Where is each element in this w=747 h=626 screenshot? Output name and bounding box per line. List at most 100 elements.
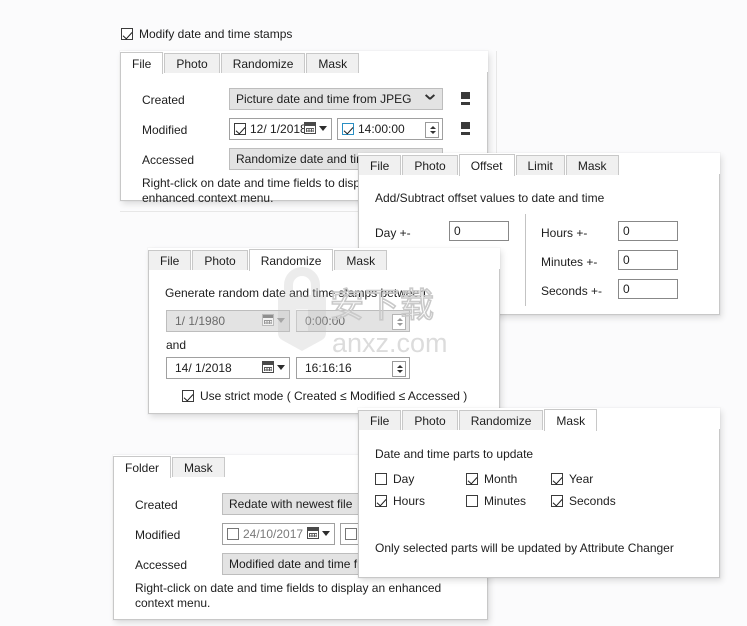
modify-datetime-stamps-label: Modify date and time stamps (139, 27, 292, 41)
time-spinner[interactable] (392, 361, 406, 377)
file-created-label: Created (142, 93, 185, 107)
randomize-to-time-field[interactable]: 16:16:16 (296, 357, 410, 379)
randomize-panel-tabstrip: File Photo Randomize Mask (148, 248, 388, 270)
calendar-icon (262, 314, 274, 326)
mask-panel-content: Date and time parts to update Day Month … (358, 429, 720, 578)
tab-photo[interactable]: Photo (164, 53, 219, 73)
checkbox-box (375, 473, 387, 485)
tab-randomize[interactable]: Randomize (459, 410, 544, 430)
mask-checkbox-hours[interactable]: Hours (375, 494, 425, 508)
tab-file[interactable]: File (120, 52, 163, 74)
offset-panel-tabstrip: File Photo Offset Limit Mask (358, 153, 620, 175)
modify-datetime-stamps-checkbox[interactable]: Modify date and time stamps (121, 27, 292, 41)
file-created-value: Picture date and time from JPEG (236, 92, 411, 106)
mask-checkbox-day[interactable]: Day (375, 472, 414, 486)
offset-minutes-label: Minutes +- (541, 255, 597, 269)
tab-mask[interactable]: Mask (172, 457, 225, 477)
mask-checkbox-minutes[interactable]: Minutes (466, 494, 526, 508)
file-modified-time-field[interactable]: 14:00:00 (337, 118, 443, 140)
file-modified-time-checkbox[interactable] (342, 123, 354, 135)
mask-heading: Date and time parts to update (375, 447, 533, 462)
use-strict-mode-checkbox[interactable]: Use strict mode ( Created ≤ Modified ≤ A… (182, 389, 467, 403)
randomize-from-date-value: 1/ 1/1980 (167, 314, 225, 328)
file-created-combo[interactable]: Picture date and time from JPEG (229, 88, 443, 110)
randomize-from-time-field[interactable]: 0:00:00 (296, 310, 410, 332)
mask-checkbox-year[interactable]: Year (551, 472, 593, 486)
file-modified-label: Modified (142, 123, 187, 137)
file-panel-tabstrip: File Photo Randomize Mask (120, 51, 360, 73)
mask-checkbox-seconds[interactable]: Seconds (551, 494, 616, 508)
tab-file[interactable]: File (358, 155, 401, 175)
offset-day-value: 0 (454, 224, 461, 238)
offset-seconds-value: 0 (623, 282, 630, 296)
tab-randomize[interactable]: Randomize (221, 53, 306, 73)
folder-modified-label: Modified (135, 528, 180, 542)
tab-file[interactable]: File (358, 410, 401, 430)
offset-day-input[interactable]: 0 (449, 221, 509, 241)
file-created-drive-icon[interactable] (461, 92, 470, 105)
folder-created-label: Created (135, 498, 178, 512)
file-accessed-value: Randomize date and time (236, 152, 373, 166)
offset-hours-input[interactable]: 0 (618, 221, 678, 241)
mask-panel-tabstrip: File Photo Randomize Mask (358, 408, 598, 430)
file-modified-calendar-dropdown[interactable] (304, 122, 327, 134)
mask-label-month: Month (484, 472, 517, 486)
tab-mask[interactable]: Mask (334, 250, 387, 270)
file-modified-time-value: 14:00:00 (354, 122, 405, 136)
tab-photo[interactable]: Photo (192, 250, 247, 270)
checkbox-box (121, 28, 133, 40)
tab-limit[interactable]: Limit (516, 155, 565, 175)
checkbox-box (551, 495, 563, 507)
randomize-to-calendar-dropdown[interactable] (262, 361, 285, 373)
tab-photo[interactable]: Photo (402, 155, 457, 175)
offset-minutes-value: 0 (623, 253, 630, 267)
caret-down-icon (322, 531, 330, 536)
file-modified-date-value: 12/ 1/2018 (246, 122, 307, 136)
randomize-to-time-value: 16:16:16 (297, 361, 352, 375)
randomize-from-calendar-dropdown[interactable] (262, 314, 285, 326)
folder-modified-date-checkbox[interactable] (227, 528, 239, 540)
tab-offset[interactable]: Offset (459, 154, 515, 176)
folder-panel-hint: Right-click on date and time fields to d… (135, 581, 465, 611)
folder-modified-calendar-dropdown[interactable] (307, 527, 330, 539)
offset-seconds-input[interactable]: 0 (618, 279, 678, 299)
tab-mask[interactable]: Mask (544, 409, 597, 431)
folder-modified-time-checkbox[interactable] (345, 528, 357, 540)
offset-seconds-label: Seconds +- (541, 284, 602, 298)
tab-photo[interactable]: Photo (402, 410, 457, 430)
checkbox-box (375, 495, 387, 507)
tab-mask[interactable]: Mask (306, 53, 359, 73)
folder-panel-tabstrip: Folder Mask (113, 455, 226, 477)
offset-minutes-input[interactable]: 0 (618, 250, 678, 270)
mask-label-minutes: Minutes (484, 494, 526, 508)
time-spinner[interactable] (392, 314, 406, 330)
offset-day-label: Day +- (375, 226, 411, 240)
folder-accessed-label: Accessed (135, 558, 187, 572)
offset-column-divider (525, 214, 526, 306)
calendar-icon (307, 527, 319, 539)
randomize-and-label: and (166, 338, 186, 352)
time-spinner[interactable] (425, 122, 439, 138)
randomize-from-date-field[interactable]: 1/ 1/1980 (166, 310, 290, 332)
randomize-panel-content: Generate random date and time stamps bet… (148, 269, 500, 414)
calendar-icon (304, 122, 316, 134)
tab-randomize[interactable]: Randomize (249, 249, 334, 271)
folder-modified-date-field[interactable]: 24/10/2017 (222, 523, 335, 545)
mask-panel: File Photo Randomize Mask Date and time … (358, 408, 720, 578)
file-modified-date-field[interactable]: 12/ 1/2018 (229, 118, 332, 140)
tab-file[interactable]: File (148, 250, 191, 270)
randomize-to-date-field[interactable]: 14/ 1/2018 (166, 357, 290, 379)
file-modified-date-checkbox[interactable] (234, 123, 246, 135)
folder-accessed-value: Modified date and time from (229, 557, 378, 571)
checkbox-box (551, 473, 563, 485)
folder-created-value: Redate with newest file (229, 497, 352, 511)
tab-mask[interactable]: Mask (566, 155, 619, 175)
randomize-from-time-value: 0:00:00 (297, 314, 345, 328)
file-modified-drive-icon[interactable] (461, 122, 470, 135)
randomize-panel: File Photo Randomize Mask Generate rando… (148, 248, 500, 414)
use-strict-mode-label: Use strict mode ( Created ≤ Modified ≤ A… (200, 389, 467, 403)
tab-folder[interactable]: Folder (113, 456, 171, 478)
file-accessed-label: Accessed (142, 153, 194, 167)
mask-checkbox-month[interactable]: Month (466, 472, 517, 486)
randomize-heading: Generate random date and time stamps bet… (165, 286, 426, 301)
